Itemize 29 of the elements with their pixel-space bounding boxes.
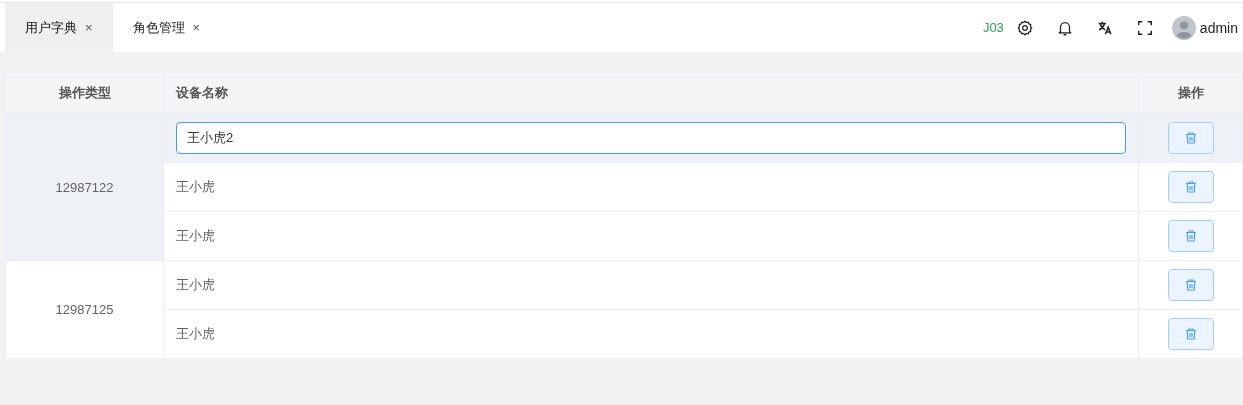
input-field[interactable]: 王小虎2 <box>176 122 1126 154</box>
trash-icon <box>1183 278 1198 292</box>
trash-icon <box>1183 131 1198 145</box>
table-cell: 王小虎 <box>176 277 215 292</box>
settings-icon[interactable] <box>1015 18 1034 37</box>
avatar-icon[interactable] <box>1171 15 1196 40</box>
delete-button[interactable] <box>1167 171 1214 203</box>
trash-icon <box>1183 327 1198 341</box>
column-header: 设备名称 <box>163 72 1139 114</box>
trash-icon <box>1183 180 1198 194</box>
table-cell: 王小虎 <box>176 228 215 243</box>
delete-button[interactable] <box>1167 318 1214 350</box>
delete-button[interactable] <box>1167 220 1214 252</box>
trash-icon <box>1183 229 1198 243</box>
tab[interactable]: 用户字典 × <box>5 3 113 52</box>
table-cell: 王小虎 <box>176 326 215 341</box>
code-label: J03 <box>982 20 1004 35</box>
close-icon[interactable]: × <box>85 20 93 35</box>
table-cell: 12987122 <box>5 113 164 261</box>
delete-button[interactable] <box>1167 269 1214 301</box>
column-header: 操作类型 <box>5 72 164 114</box>
tab[interactable]: 角色管理 × <box>112 3 221 52</box>
table-cell: 12987125 <box>5 260 164 359</box>
close-icon[interactable]: × <box>192 20 201 35</box>
fullscreen-icon[interactable] <box>1135 18 1154 37</box>
delete-button[interactable] <box>1167 122 1214 154</box>
user-name[interactable]: admin <box>1199 19 1238 36</box>
column-header: 操作 <box>1138 72 1243 114</box>
table-cell: 王小虎 <box>176 179 215 194</box>
